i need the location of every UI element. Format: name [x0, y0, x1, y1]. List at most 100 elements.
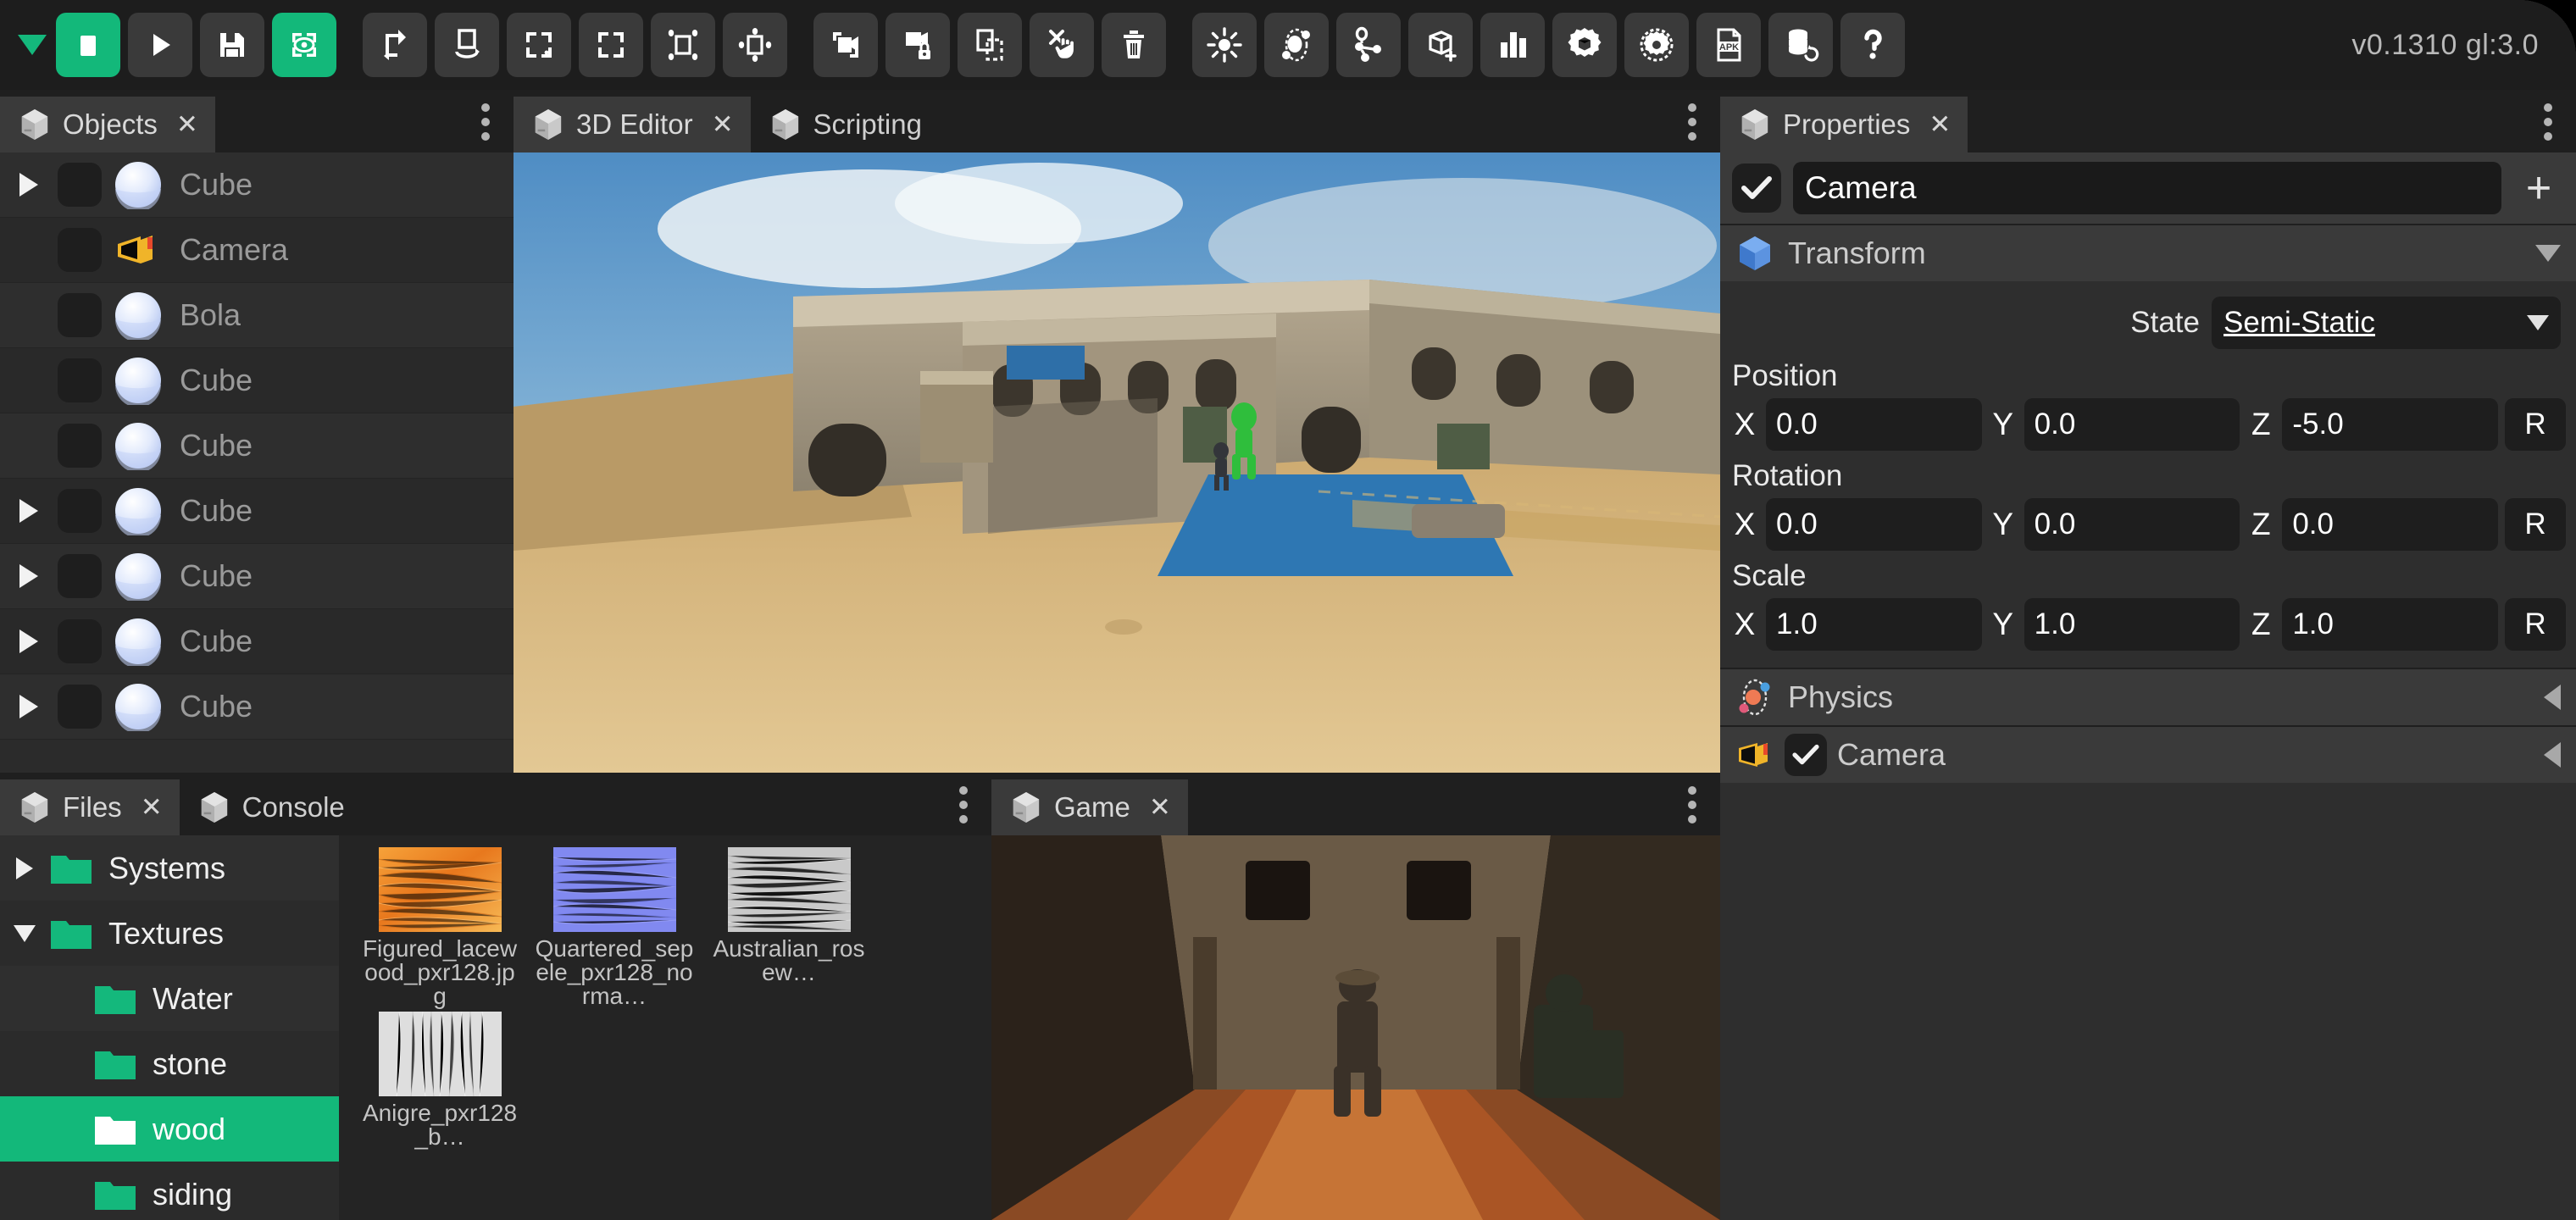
file-tree-row[interactable]: Systems [0, 835, 339, 901]
tab-scripting[interactable]: Scripting [751, 97, 939, 152]
scale-reset-button[interactable]: R [2505, 598, 2567, 651]
expand-arrow-icon[interactable] [0, 695, 58, 718]
camera-enabled-checkbox[interactable] [1785, 734, 1827, 776]
tree-expand-arrow-icon[interactable] [0, 857, 49, 879]
chevron-left-icon[interactable] [2544, 742, 2561, 768]
section-header-camera[interactable]: Camera [1720, 725, 2576, 783]
file-thumbnail-item[interactable]: Anigre_pxr128_b… [359, 1011, 520, 1149]
object-row[interactable]: Cube [0, 413, 514, 479]
scale-y-input[interactable]: 1.0 [2024, 598, 2240, 651]
expand-arrow-icon[interactable] [0, 173, 58, 197]
rotation-reset-button[interactable]: R [2505, 498, 2567, 551]
objects-panel-menu-icon[interactable] [481, 103, 491, 141]
object-row[interactable]: Cube [0, 674, 514, 740]
properties-panel-menu-icon[interactable] [2544, 103, 2554, 141]
statistics-button[interactable] [1480, 13, 1545, 77]
tab-3d-editor[interactable]: 3D Editor ✕ [514, 97, 751, 159]
reload-assets-button[interactable] [1768, 13, 1833, 77]
project-settings-button[interactable] [1624, 13, 1689, 77]
copy-bounds-button[interactable] [958, 13, 1022, 77]
snap-edges-button[interactable] [723, 13, 787, 77]
scale-x-input[interactable]: 1.0 [1766, 598, 1982, 651]
tab-objects[interactable]: Objects ✕ [0, 97, 215, 159]
deselect-button[interactable] [1030, 13, 1094, 77]
file-tree-row[interactable]: Textures [0, 901, 339, 966]
move-object-button[interactable] [363, 13, 427, 77]
engine-settings-button[interactable] [1552, 13, 1617, 77]
section-header-physics[interactable]: Physics [1720, 668, 2576, 725]
object-visibility-checkbox[interactable] [58, 424, 102, 468]
add-component-button[interactable]: + [2513, 166, 2564, 210]
object-visibility-checkbox[interactable] [58, 228, 102, 272]
close-icon[interactable]: ✕ [176, 109, 198, 140]
snap-points-button[interactable] [651, 13, 715, 77]
object-visibility-checkbox[interactable] [58, 358, 102, 402]
state-select[interactable]: Semi-Static [2212, 297, 2561, 349]
objects-list[interactable]: Cube Camera Bola Cube Cube Cube Cube Cube Cube [0, 152, 514, 773]
add-physics-button[interactable] [1264, 13, 1329, 77]
position-reset-button[interactable]: R [2505, 398, 2567, 451]
scale-object-button[interactable] [507, 13, 571, 77]
rotate-object-button[interactable] [435, 13, 499, 77]
game-viewport[interactable] [991, 835, 1720, 1220]
file-thumbnail-item[interactable]: Figured_lacewood_pxr128.jpg [359, 847, 520, 1008]
close-icon[interactable]: ✕ [141, 792, 163, 823]
object-visibility-checkbox[interactable] [58, 554, 102, 598]
object-visibility-checkbox[interactable] [58, 489, 102, 533]
object-enabled-checkbox[interactable] [1732, 164, 1781, 213]
position-y-input[interactable]: 0.0 [2024, 398, 2240, 451]
object-visibility-checkbox[interactable] [58, 163, 102, 207]
close-icon[interactable]: ✕ [1929, 109, 1951, 140]
scale-z-input[interactable]: 1.0 [2282, 598, 2499, 651]
tab-properties[interactable]: Properties ✕ [1720, 97, 1968, 159]
export-apk-button[interactable]: APK [1696, 13, 1761, 77]
rotation-x-input[interactable]: 0.0 [1766, 498, 1982, 551]
object-row[interactable]: Cube [0, 348, 514, 413]
object-row[interactable]: Cube [0, 609, 514, 674]
tab-game[interactable]: Game ✕ [991, 779, 1188, 842]
object-visibility-checkbox[interactable] [58, 619, 102, 663]
stop-button[interactable] [56, 13, 120, 77]
file-tree[interactable]: Systems Textures Water stone wood siding [0, 835, 339, 1220]
game-panel-menu-icon[interactable] [1688, 786, 1698, 824]
files-panel-menu-icon[interactable] [959, 786, 969, 824]
object-row[interactable]: Cube [0, 544, 514, 609]
add-light-button[interactable] [1192, 13, 1257, 77]
expand-arrow-icon[interactable] [0, 629, 58, 653]
object-visibility-checkbox[interactable] [58, 293, 102, 337]
add-joint-button[interactable] [1336, 13, 1401, 77]
object-name-field[interactable]: Camera [1793, 162, 2501, 214]
file-thumbnail-item[interactable]: Quartered_sepele_pxr128_norma… [534, 847, 695, 1008]
editor-panel-menu-icon[interactable] [1688, 103, 1698, 141]
save-button[interactable] [200, 13, 264, 77]
rotation-z-input[interactable]: 0.0 [2282, 498, 2499, 551]
add-mesh-button[interactable] [1408, 13, 1473, 77]
tree-expand-arrow-icon[interactable] [0, 924, 49, 942]
object-row[interactable]: Cube [0, 479, 514, 544]
object-row[interactable]: Cube [0, 152, 514, 218]
select-bounds-button[interactable] [579, 13, 643, 77]
file-tree-row[interactable]: siding [0, 1162, 339, 1220]
tab-files[interactable]: Files ✕ [0, 779, 180, 842]
expand-arrow-icon[interactable] [0, 564, 58, 588]
section-header-transform[interactable]: Transform [1720, 224, 2576, 281]
play-button[interactable] [128, 13, 192, 77]
rotation-y-input[interactable]: 0.0 [2024, 498, 2240, 551]
menu-caret-icon[interactable] [8, 0, 56, 90]
help-button[interactable] [1840, 13, 1905, 77]
view-focus-button[interactable] [272, 13, 336, 77]
file-tree-row[interactable]: stone [0, 1031, 339, 1096]
duplicate-object-button[interactable] [813, 13, 878, 77]
chevron-down-icon[interactable] [2535, 245, 2561, 262]
delete-button[interactable] [1102, 13, 1166, 77]
close-icon[interactable]: ✕ [1149, 792, 1171, 823]
chevron-left-icon[interactable] [2544, 685, 2561, 710]
file-tree-row[interactable]: wood [0, 1096, 339, 1162]
position-x-input[interactable]: 0.0 [1766, 398, 1982, 451]
close-icon[interactable]: ✕ [712, 109, 734, 140]
file-thumbnail-grid[interactable]: Figured_lacewood_pxr128.jpg Quartered_sep… [339, 835, 991, 1220]
file-tree-row[interactable]: Water [0, 966, 339, 1031]
object-row[interactable]: Camera [0, 218, 514, 283]
position-z-input[interactable]: -5.0 [2282, 398, 2499, 451]
object-row[interactable]: Bola [0, 283, 514, 348]
